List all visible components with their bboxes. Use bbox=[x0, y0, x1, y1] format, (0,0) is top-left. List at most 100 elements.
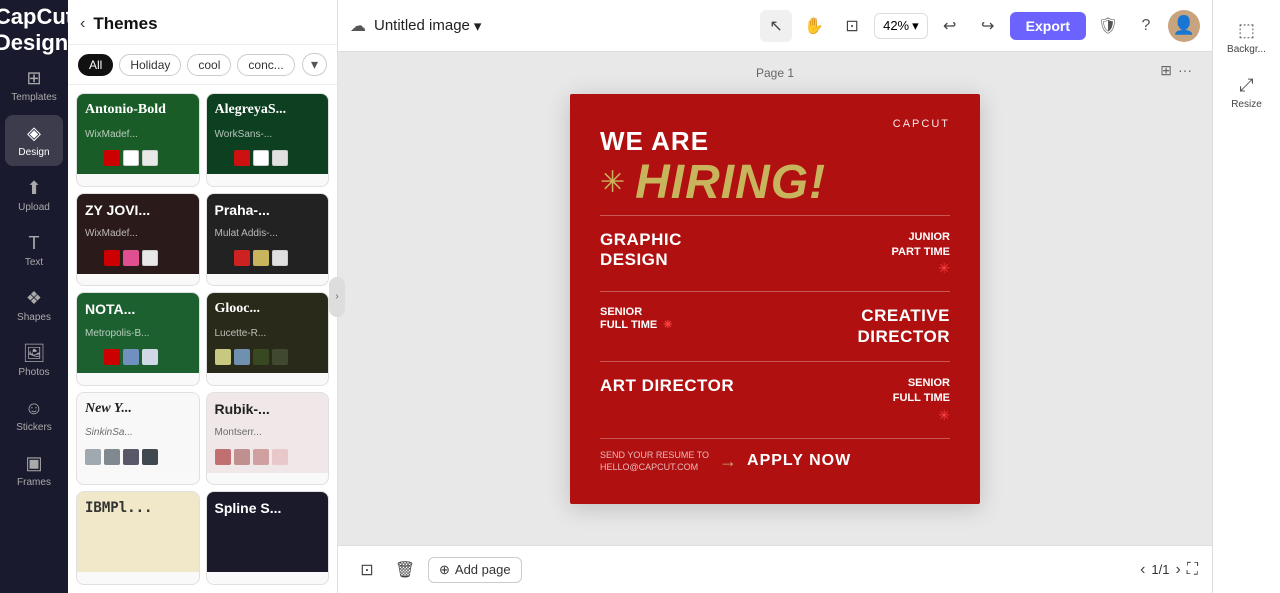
sidebar-item-text-label: Text bbox=[25, 257, 43, 268]
shapes-icon: ❖ bbox=[26, 288, 42, 309]
sidebar-item-stickers[interactable]: ☺ Stickers bbox=[5, 390, 63, 441]
theme-card-zy-jovi[interactable]: ZY JOVI... WixMadef... bbox=[76, 193, 200, 287]
canvas-full-time-1: FULL TIME ✳ bbox=[600, 318, 672, 331]
canvas-hiring-text: HIRING! bbox=[635, 159, 826, 207]
canvas-red-dot-2: ✳ bbox=[663, 318, 672, 331]
panel-collapse-handle[interactable]: › bbox=[329, 277, 345, 317]
sidebar-item-templates-label: Templates bbox=[11, 92, 57, 103]
canvas-senior-2: SENIORFULL TIME bbox=[893, 376, 950, 407]
canvas-apply-now: APPLY NOW bbox=[747, 452, 851, 470]
page-icon-grid[interactable]: ⊞ bbox=[1160, 62, 1172, 79]
zoom-value: 42% bbox=[883, 18, 909, 33]
redo-button[interactable]: ↪ bbox=[972, 10, 1004, 42]
theme-card-new-york[interactable]: New Y... SinkinSa... bbox=[76, 392, 200, 486]
swatch bbox=[85, 349, 101, 365]
canvas-graphic-design: GRAPHICDESIGN bbox=[600, 230, 682, 271]
frames-icon: ▣ bbox=[25, 453, 42, 474]
swatch bbox=[123, 150, 139, 166]
theme-card-nota[interactable]: NOTA... Metropolis-B... bbox=[76, 292, 200, 386]
shield-button[interactable]: 🛡 bbox=[1092, 10, 1124, 42]
theme-font-name: Glooc... bbox=[215, 301, 321, 317]
swatch bbox=[253, 150, 269, 166]
theme-font-name: NOTA... bbox=[85, 301, 191, 317]
bottom-bar: ⊡ 🗑 ⊕ Add page ‹ 1/1 › ⛶ bbox=[338, 545, 1212, 593]
sidebar-item-design[interactable]: ◈ Design bbox=[5, 115, 63, 166]
avatar[interactable]: 👤 bbox=[1168, 10, 1200, 42]
zoom-button[interactable]: 42% ▾ bbox=[874, 13, 928, 39]
sidebar-item-shapes[interactable]: ❖ Shapes bbox=[5, 280, 63, 331]
canvas-senior-1: SENIOR bbox=[600, 306, 672, 318]
theme-font-name: AlegreyaS... bbox=[215, 102, 321, 118]
pointer-tool[interactable]: ↖ bbox=[760, 10, 792, 42]
theme-card-glooc[interactable]: Glooc... Lucette-R... bbox=[206, 292, 330, 386]
delete-page-button[interactable]: 🗑 bbox=[390, 555, 420, 585]
hand-tool[interactable]: ✋ bbox=[798, 10, 830, 42]
background-icon: ⬚ bbox=[1238, 20, 1255, 41]
filter-all[interactable]: All bbox=[78, 54, 113, 76]
swatch bbox=[123, 349, 139, 365]
sidebar-item-shapes-label: Shapes bbox=[17, 312, 51, 323]
help-button[interactable]: ? bbox=[1130, 10, 1162, 42]
canvas-divider-2 bbox=[600, 291, 950, 292]
copy-page-button[interactable]: ⊡ bbox=[352, 555, 382, 585]
sidebar-item-frames-label: Frames bbox=[17, 477, 51, 488]
background-tool[interactable]: ⬚ Backgr... bbox=[1217, 12, 1277, 63]
theme-card-alegreya[interactable]: AlegreyaS... WorkSans-... bbox=[206, 93, 330, 187]
cloud-icon: ☁ bbox=[350, 16, 366, 36]
add-page-icon: ⊕ bbox=[439, 562, 450, 578]
sidebar-item-frames[interactable]: ▣ Frames bbox=[5, 445, 63, 496]
theme-card-ibmpl[interactable]: IBMPl... bbox=[76, 491, 200, 585]
theme-card-rubik[interactable]: Rubik-... Montserr... bbox=[206, 392, 330, 486]
theme-sub-name: WixMadef... bbox=[85, 228, 191, 239]
filter-holiday[interactable]: Holiday bbox=[119, 54, 181, 76]
canvas-card[interactable]: CAPCUT WE ARE ✳ HIRING! GRAPHICDESIGN JU… bbox=[570, 94, 980, 504]
theme-card-praha[interactable]: Praha-... Mulat Addis-... bbox=[206, 193, 330, 287]
theme-swatches bbox=[85, 449, 191, 465]
page-next-button[interactable]: › bbox=[1175, 561, 1180, 579]
theme-font-name: Praha-... bbox=[215, 202, 321, 218]
frame-tool[interactable]: ⊡ bbox=[836, 10, 868, 42]
resize-icon: ⤢ bbox=[1239, 75, 1253, 96]
theme-card-antonio[interactable]: Antonio-Bold WixMadef... bbox=[76, 93, 200, 187]
main-area: ☁ Untitled image ▾ ↖ ✋ ⊡ 42% ▾ ↩ ↪ Expor… bbox=[338, 0, 1212, 593]
resize-label: Resize bbox=[1231, 99, 1262, 110]
filter-conc[interactable]: conc... bbox=[237, 54, 294, 76]
swatch bbox=[234, 349, 250, 365]
sidebar-item-templates[interactable]: ⊞ Templates bbox=[5, 60, 63, 111]
swatch bbox=[142, 349, 158, 365]
swatch bbox=[85, 150, 101, 166]
undo-button[interactable]: ↩ bbox=[934, 10, 966, 42]
themes-panel: ‹ Themes All Holiday cool conc... ▾ Anto… bbox=[68, 0, 338, 593]
theme-swatches bbox=[215, 449, 321, 465]
swatch bbox=[123, 449, 139, 465]
upload-icon: ⬆ bbox=[26, 178, 41, 199]
resize-tool[interactable]: ⤢ Resize bbox=[1217, 67, 1277, 118]
page-nav: ‹ 1/1 › ⛶ bbox=[1140, 561, 1198, 579]
add-page-button[interactable]: ⊕ Add page bbox=[428, 557, 522, 583]
filter-cool[interactable]: cool bbox=[187, 54, 231, 76]
page-icon-more[interactable]: ··· bbox=[1178, 62, 1192, 79]
theme-font-name: New Y... bbox=[85, 401, 191, 417]
swatch bbox=[272, 150, 288, 166]
top-bar: ☁ Untitled image ▾ ↖ ✋ ⊡ 42% ▾ ↩ ↪ Expor… bbox=[338, 0, 1212, 52]
back-button[interactable]: ‹ bbox=[80, 15, 85, 33]
sidebar-item-text[interactable]: T Text bbox=[5, 225, 63, 276]
canvas-red-dot-3: ✳ bbox=[893, 407, 950, 424]
page-prev-button[interactable]: ‹ bbox=[1140, 561, 1145, 579]
theme-swatches bbox=[215, 349, 321, 365]
sidebar-item-stickers-label: Stickers bbox=[16, 422, 52, 433]
swatch bbox=[253, 349, 269, 365]
logo-button[interactable]: CapCut Design bbox=[14, 10, 54, 50]
theme-card-spline[interactable]: Spline S... bbox=[206, 491, 330, 585]
sidebar-item-upload[interactable]: ⬆ Upload bbox=[5, 170, 63, 221]
file-name-text: Untitled image bbox=[374, 17, 470, 34]
help-icon: ? bbox=[1142, 17, 1151, 35]
canvas-area[interactable]: Page 1 ⊞ ··· CAPCUT WE ARE ✳ HIRING! GRA… bbox=[338, 52, 1212, 545]
file-name-button[interactable]: Untitled image ▾ bbox=[374, 17, 481, 35]
export-button[interactable]: Export bbox=[1010, 12, 1086, 40]
expand-button[interactable]: ⛶ bbox=[1187, 561, 1198, 579]
sidebar-item-photos[interactable]: 🖼 Photos bbox=[5, 335, 63, 386]
theme-sub-name: Mulat Addis-... bbox=[215, 228, 321, 239]
filter-more-button[interactable]: ▾ bbox=[302, 53, 327, 76]
theme-font-name: Antonio-Bold bbox=[85, 102, 191, 118]
